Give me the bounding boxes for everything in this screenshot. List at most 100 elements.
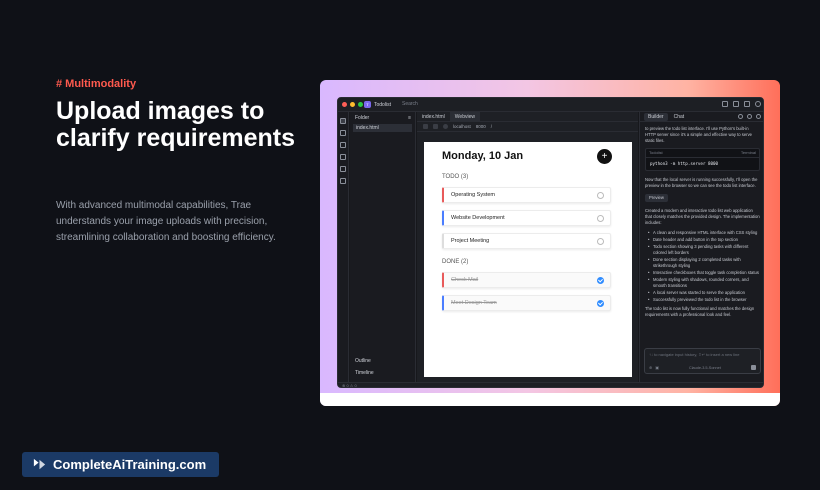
code-command: python3 -m http.server 8000 (650, 161, 719, 166)
chat-input[interactable]: ↑↓ to navigate input history, ⇧↵ to inse… (644, 348, 761, 374)
timeline-section[interactable]: Timeline (355, 370, 374, 376)
todo-label: Project Meeting (451, 238, 490, 244)
url-port[interactable]: 8000 (476, 124, 486, 129)
chat-tabs: Builder Chat (640, 112, 763, 122)
search-icon[interactable] (340, 130, 346, 136)
todo-heading: TODO (3) (442, 174, 469, 180)
layout-icons (722, 101, 761, 107)
chat-input-placeholder: ↑↓ to navigate input history, ⇧↵ to inse… (649, 352, 740, 357)
folder-label: Folder (355, 115, 370, 121)
settings-icon[interactable] (747, 114, 752, 119)
list-item: Todo section showing 3 pending tasks wit… (648, 244, 760, 256)
summary-list: A clean and responsive HTML interface wi… (648, 230, 760, 303)
terminal-button[interactable]: Terminal (741, 150, 756, 156)
list-item: Done section displaying 2 completed task… (648, 257, 760, 269)
todo-item[interactable]: Operating System (442, 187, 611, 203)
preview-button[interactable]: Preview (645, 194, 668, 202)
chat-messages: to preview the todo list interface. I'll… (640, 122, 763, 326)
project-badge: T (364, 101, 371, 108)
image-icon[interactable]: ▣ (655, 365, 659, 370)
list-item: A clean and responsive HTML interface wi… (648, 230, 760, 236)
attach-icon[interactable]: ⊕ (649, 365, 652, 370)
chat-text: The todo list is now fully functional an… (645, 306, 755, 317)
todo-item[interactable]: Website Development (442, 210, 611, 226)
done-item[interactable]: Check Mail (442, 272, 611, 288)
status-bar: ⊗ 0 ⚠ 0 (338, 382, 763, 387)
chat-text: to preview the todo list interface. I'll… (645, 126, 753, 143)
brand-text: CompleteAiTraining.com (53, 457, 207, 472)
list-item: Interactive checkboxes that toggle task … (648, 270, 760, 276)
tab-webview[interactable]: Webview (449, 111, 480, 122)
done-label: Check Mail (451, 277, 479, 283)
file-item[interactable]: index.html (353, 124, 412, 132)
todo-item[interactable]: Project Meeting (442, 233, 611, 249)
tab-chat[interactable]: Chat (670, 113, 689, 121)
model-selector[interactable]: Claude-3.5-Sonnet (689, 366, 721, 370)
account-icon[interactable] (755, 101, 761, 107)
tab-index-html[interactable]: index.html (417, 112, 450, 122)
list-item: Date header and add button in the top se… (648, 237, 760, 243)
brand-logo-icon (33, 458, 46, 470)
status-icon[interactable]: ⊗ 0 ⚠ 0 (342, 383, 357, 387)
url-host[interactable]: localhost (453, 124, 471, 129)
add-task-button[interactable]: + (597, 149, 612, 164)
todo-label: Operating System (451, 192, 496, 198)
back-icon[interactable] (423, 124, 428, 129)
url-path[interactable]: / (491, 124, 492, 129)
todo-checkbox[interactable] (597, 215, 604, 222)
webview-preview: Monday, 10 Jan + TODO (3) Operating Syst… (424, 142, 632, 377)
done-checkbox[interactable] (597, 277, 604, 284)
ide-window: T Todolist Search Folder ≡ index.html Ou… (337, 97, 764, 388)
editor-tabs: index.html Webview (417, 111, 638, 122)
headline: Upload images to clarify requirements (56, 97, 295, 152)
hero-section: # Multimodality Upload images to clarify… (56, 78, 306, 246)
done-label: Meet Design Team (451, 300, 497, 306)
layout-panel-icon[interactable] (733, 101, 739, 107)
frame-bottom (320, 393, 780, 406)
run-debug-icon[interactable] (340, 154, 346, 160)
close-window-button[interactable] (342, 102, 347, 107)
todo-date-title: Monday, 10 Jan (442, 150, 524, 162)
explorer-header[interactable]: Folder ≡ (350, 112, 415, 121)
chat-input-toolbar: ⊕ ▣ Claude-3.5-Sonnet (649, 365, 756, 370)
url-bar: localhost 8000 / (417, 122, 638, 132)
chat-panel: Builder Chat to preview the todo list in… (639, 112, 763, 382)
todo-checkbox[interactable] (597, 192, 604, 199)
forward-icon[interactable] (433, 124, 438, 129)
code-block: Todolist Terminal python3 -m http.server… (645, 148, 760, 171)
activity-bar (338, 112, 349, 382)
reload-icon[interactable] (443, 124, 448, 129)
done-checkbox[interactable] (597, 300, 604, 307)
extensions-icon[interactable] (340, 178, 346, 184)
done-item[interactable]: Meet Design Team (442, 295, 611, 311)
code-header: Todolist Terminal (646, 149, 759, 158)
editor-area: index.html Webview localhost 8000 / Mond… (417, 111, 638, 382)
maximize-window-button[interactable] (358, 102, 363, 107)
section-tag: # Multimodality (56, 78, 137, 90)
history-icon[interactable] (738, 114, 743, 119)
outline-section[interactable]: Outline (355, 358, 371, 364)
more-icon[interactable]: ≡ (408, 115, 411, 121)
window-controls (342, 102, 363, 107)
send-icon[interactable] (751, 365, 756, 370)
explorer-icon[interactable] (340, 118, 346, 124)
source-control-icon[interactable] (340, 142, 346, 148)
chat-text: Now that the local server is running suc… (645, 177, 758, 188)
brand-banner[interactable]: CompleteAiTraining.com (22, 452, 219, 477)
project-name: Todolist (374, 101, 391, 108)
project-switcher[interactable]: T Todolist (364, 101, 391, 108)
layout-sidebar-icon[interactable] (722, 101, 728, 107)
list-item: A local server was started to serve the … (648, 290, 760, 296)
chat-actions (738, 114, 763, 119)
bug-icon[interactable] (340, 166, 346, 172)
code-label: Todolist (649, 150, 663, 155)
description: With advanced multimodal capabilities, T… (56, 200, 276, 243)
todo-checkbox[interactable] (597, 238, 604, 245)
minimize-window-button[interactable] (350, 102, 355, 107)
todo-label: Website Development (451, 215, 505, 221)
tab-builder[interactable]: Builder (644, 112, 668, 121)
layout-split-icon[interactable] (744, 101, 750, 107)
search-input[interactable]: Search (402, 101, 418, 107)
title-bar: T Todolist Search (338, 98, 763, 112)
close-icon[interactable] (756, 114, 761, 119)
